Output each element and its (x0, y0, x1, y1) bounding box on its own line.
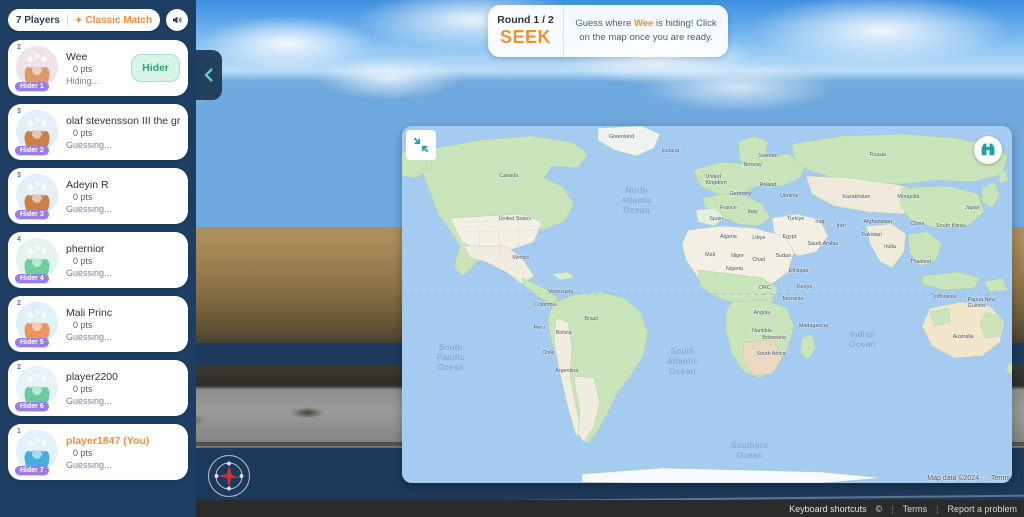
round-banner-left: Round 1 / 2 SEEK (488, 5, 564, 57)
player-info: Mali Princ 0 pts Guessing... (60, 307, 180, 342)
player-name: phernior (66, 242, 105, 255)
player-card[interactable]: 2 Hider 5 Mali Princ 0 pts Guessing... (8, 296, 188, 352)
match-mode-text: Classic Match (85, 14, 153, 26)
map-shrink-button[interactable] (406, 130, 436, 160)
bottombar-divider: | (891, 503, 894, 514)
player-points: 0 pts (73, 383, 93, 394)
map-attribution: Map data ©2024 | Terms (927, 475, 1010, 482)
attrib-divider: | (984, 475, 986, 482)
player-points: 0 pts (73, 319, 93, 330)
hider-badge: Hider 2 (15, 146, 49, 155)
player-status: Hiding... (66, 75, 100, 86)
report-problem-link[interactable]: Report a problem (947, 504, 1017, 514)
player-card[interactable]: 3 Hider 2 olaf stevensson III the great t0… (8, 104, 188, 160)
compass-control[interactable] (208, 455, 250, 497)
player-name: olaf stevensson III the great t (66, 114, 180, 127)
copyright-text: © (875, 503, 883, 514)
role-button[interactable]: Hider (131, 54, 180, 82)
player-name: Mali Princ (66, 306, 113, 319)
speaker-icon (173, 16, 182, 24)
bottombar-divider-2: | (936, 503, 939, 514)
player-name: player2200 (66, 370, 118, 383)
match-mode-label: ✦ Classic Match (75, 15, 152, 26)
player-card[interactable]: 3 Hider 3 Adeyin R0 pts Guessing... (8, 168, 188, 224)
player-status: Guessing... (66, 331, 112, 342)
avatar: 2 Hider 6 (14, 364, 60, 412)
hider-badge: Hider 3 (15, 210, 49, 219)
player-points: 0 pts (73, 447, 93, 458)
player-points: 0 pts (73, 127, 93, 138)
player-info: player1847 (You) 0 pts Guessing... (60, 435, 180, 470)
player-info: Wee 0 pts Hiding... (60, 51, 131, 86)
instruction-prefix: Guess where (575, 18, 634, 30)
player-rank: 2 (17, 364, 21, 371)
game-screen: Keyboard shortcuts © | Terms | Report a … (0, 0, 1024, 517)
player-info: player2200 0 pts Guessing... (60, 371, 180, 406)
player-info: olaf stevensson III the great t0 ptsGues… (60, 115, 180, 150)
player-card[interactable]: 2 Hider 6 player2200 0 pts Guessing... (8, 360, 188, 416)
player-status: Guessing... (66, 395, 112, 406)
avatar: 2 Hider 5 (14, 300, 60, 348)
hider-badge: Hider 7 (15, 466, 49, 475)
player-rank: 1 (17, 428, 21, 435)
player-name: player1847 (You) (66, 434, 150, 447)
player-name: Adeyin R (66, 178, 109, 191)
player-card[interactable]: 1 Hider 7 player1847 (You) 0 pts Guessing... (8, 424, 188, 480)
pill-divider (66, 14, 68, 26)
match-info-pill: 7 Players ✦ Classic Match (8, 9, 160, 31)
player-points: 0 pts (73, 255, 93, 266)
avatar: 2 Hider 1 (14, 44, 60, 92)
streetview-bottom-bar: Keyboard shortcuts © | Terms | Report a … (196, 500, 1024, 517)
hider-badge: Hider 1 (15, 82, 49, 91)
player-status: Guessing... (66, 267, 112, 278)
sound-toggle-button[interactable] (166, 9, 188, 31)
player-list: 2 Hider 1 Wee 0 pts Hiding... Hider 3 Hider 2 ol… (8, 40, 188, 480)
player-status: Guessing... (66, 459, 112, 470)
compass-icon (214, 461, 244, 491)
round-banner: Round 1 / 2 SEEK Guess where Wee is hidi… (488, 5, 728, 57)
map-canvas (402, 126, 1012, 483)
player-rank: 4 (17, 236, 21, 243)
player-card[interactable]: 4 Hider 4 phernior 0 pts Guessing... (8, 232, 188, 288)
instruction-target-name: Wee (633, 18, 654, 30)
sidebar-header: 7 Players ✦ Classic Match (8, 9, 188, 31)
sidebar-collapse-button[interactable] (196, 50, 222, 100)
player-count-label: 7 Players (15, 14, 60, 26)
terms-link[interactable]: Terms (903, 504, 928, 514)
player-info: Adeyin R0 pts Guessing... (60, 179, 180, 214)
keyboard-shortcuts-link[interactable]: Keyboard shortcuts (175, 504, 867, 514)
player-card[interactable]: 2 Hider 1 Wee 0 pts Hiding... Hider (8, 40, 188, 96)
player-points: 0 pts (73, 63, 93, 74)
player-info: phernior 0 pts Guessing... (60, 243, 180, 278)
phase-label: SEEK (499, 27, 552, 47)
map-terms-link[interactable]: Terms (991, 475, 1010, 482)
player-rank: 3 (17, 108, 21, 115)
map-data-text: Map data ©2024 (927, 475, 980, 482)
player-rank: 2 (17, 44, 21, 51)
player-status: Guessing... (66, 203, 112, 214)
player-sidebar: 7 Players ✦ Classic Match 2 Hider 1 Wee 0 p… (0, 0, 196, 517)
hider-badge: Hider 6 (15, 402, 49, 411)
player-name: Wee (66, 50, 88, 63)
sparkle-icon: ✦ (74, 14, 83, 25)
round-instruction: Guess where Wee is hiding! Click on the … (564, 5, 728, 57)
binoculars-button[interactable] (974, 136, 1002, 164)
hider-badge: Hider 5 (15, 338, 49, 347)
player-status: Guessing... (66, 139, 112, 150)
world-map[interactable]: Canada United States Mexico Iceland Greenlan… (402, 126, 1012, 483)
avatar: 1 Hider 7 (14, 428, 60, 476)
round-label: Round 1 / 2 (497, 14, 554, 26)
avatar: 3 Hider 2 (14, 108, 60, 156)
binoculars-icon (981, 143, 995, 156)
player-rank: 3 (17, 172, 21, 179)
avatar: 3 Hider 3 (14, 172, 60, 220)
hider-badge: Hider 4 (15, 274, 49, 283)
player-rank: 2 (17, 300, 21, 307)
player-points: 0 pts (73, 191, 93, 202)
chevron-left-icon (204, 68, 213, 82)
avatar: 4 Hider 4 (14, 236, 60, 284)
shrink-arrows-icon (413, 137, 429, 153)
